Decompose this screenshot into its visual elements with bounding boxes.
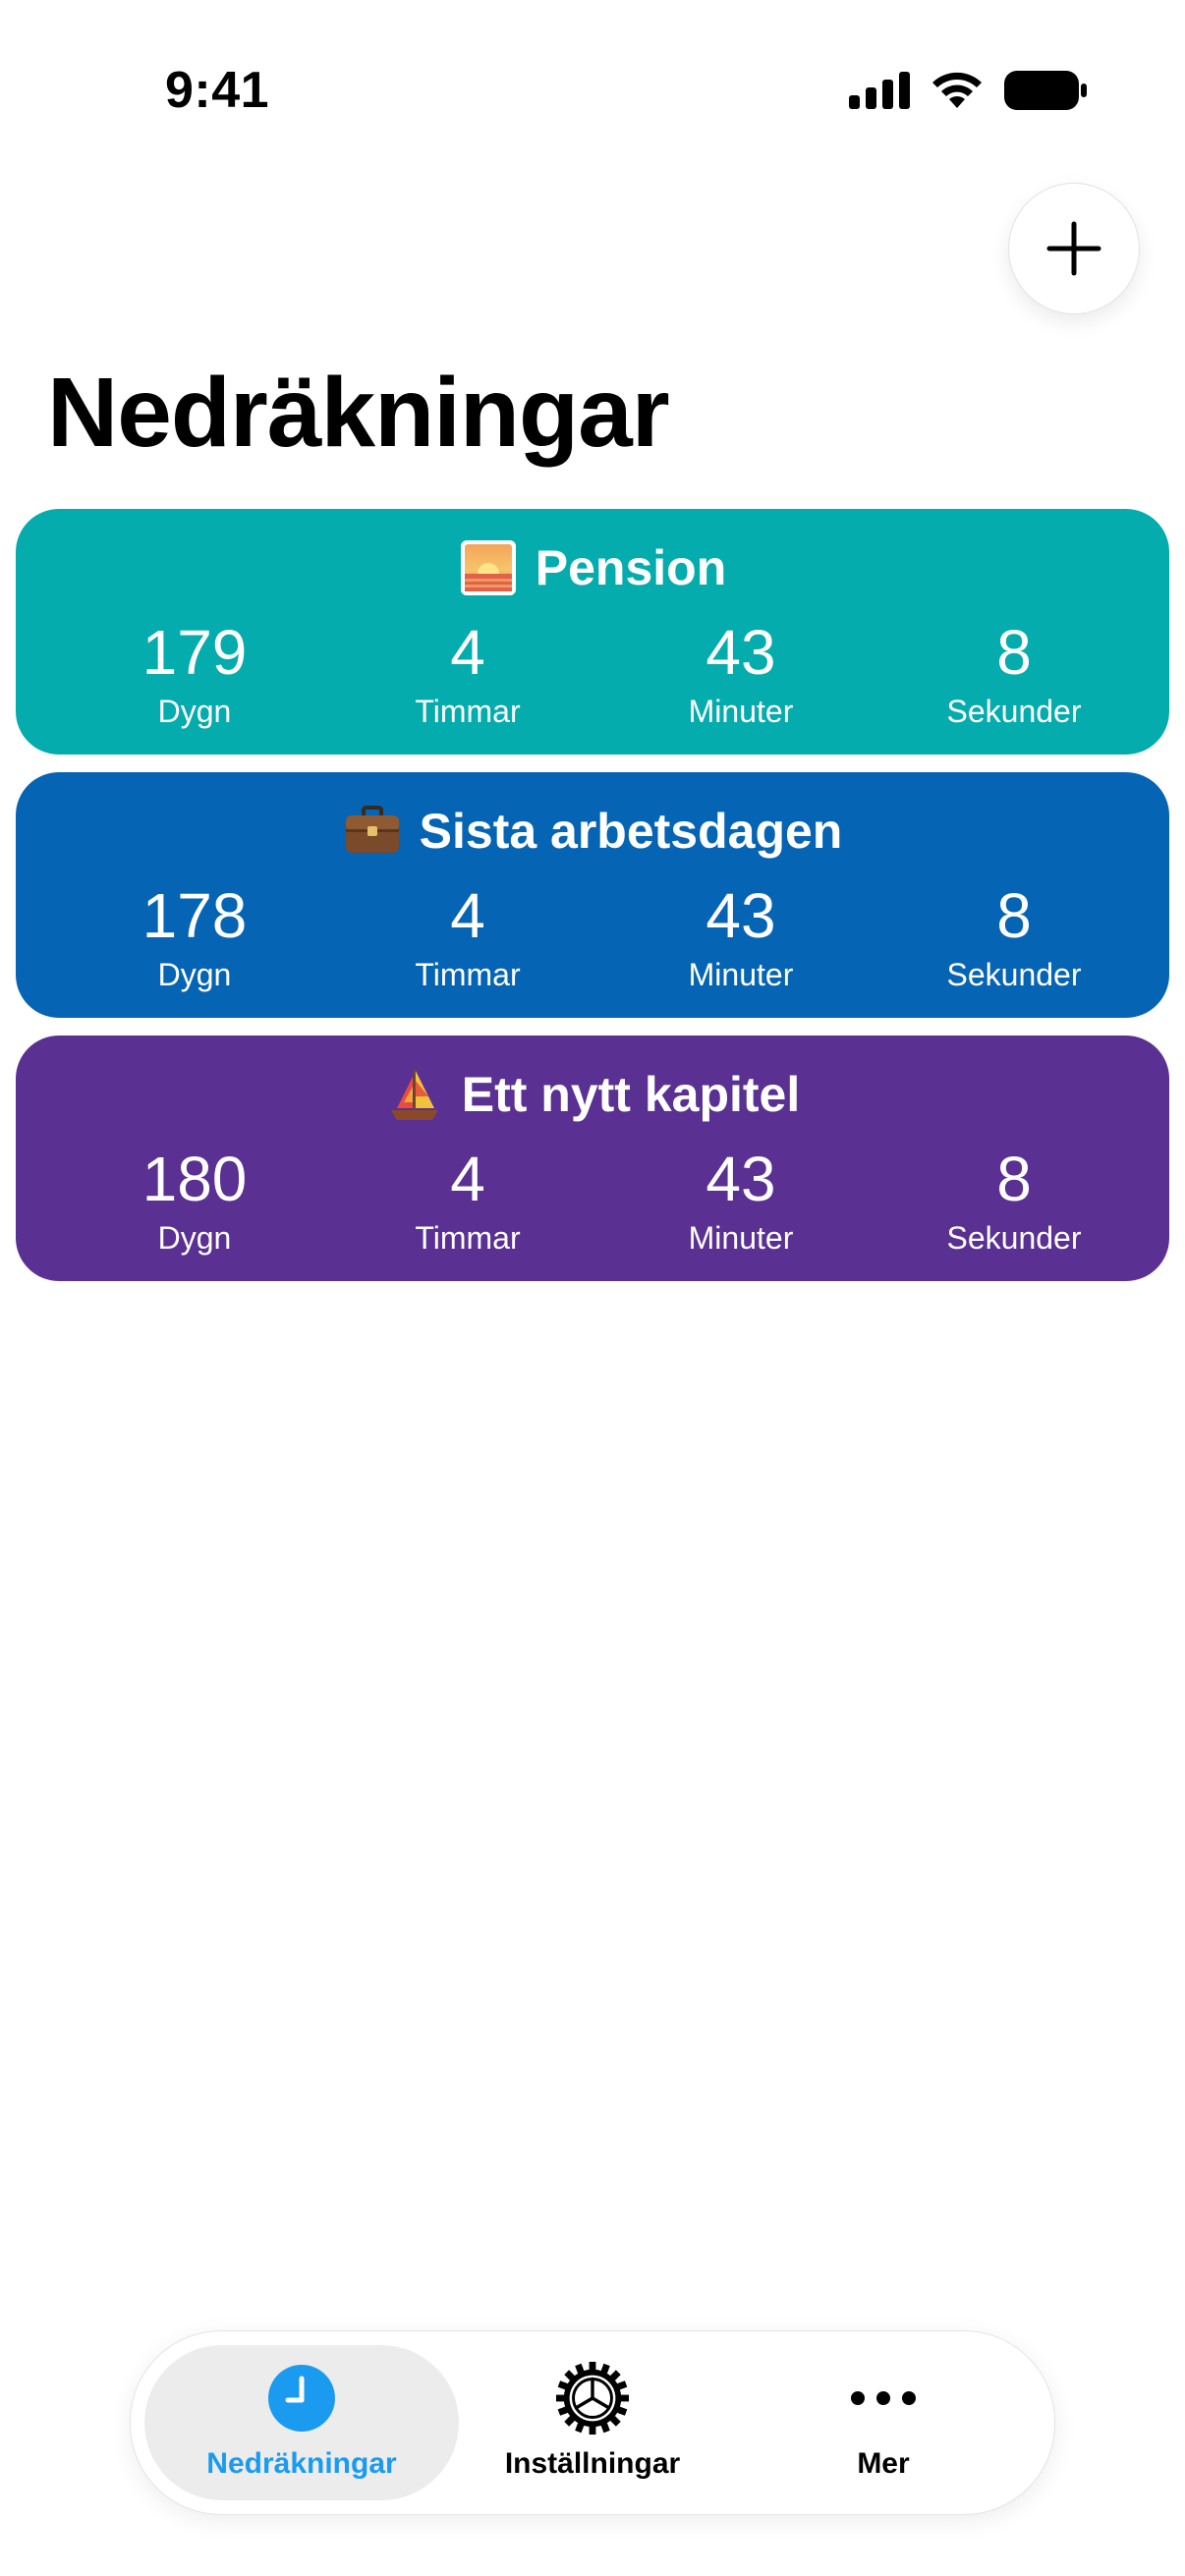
countdown-units: 180 Dygn 4 Timmar 43 Minuter 8 Sekunder — [16, 1142, 1169, 1269]
countdown-card-title: Pension — [16, 538, 1169, 597]
clock-icon — [268, 2365, 335, 2432]
tab-label: Nedräkningar — [206, 2447, 397, 2480]
unit-label: Dygn — [157, 694, 232, 729]
tab-mer[interactable]: Mer — [726, 2345, 1041, 2500]
unit-label: Dygn — [157, 957, 232, 992]
unit-value: 8 — [996, 617, 1032, 688]
countdown-units: 178 Dygn 4 Timmar 43 Minuter 8 Sekunder — [16, 878, 1169, 1006]
countdown-card-title: Sista arbetsdagen — [16, 802, 1169, 861]
unit-label: Sekunder — [946, 694, 1082, 729]
unit-seconds: 8 Sekunder — [886, 1142, 1142, 1258]
countdown-card-title-text: Pension — [535, 540, 727, 595]
countdown-card-title: Ett nytt kapitel — [16, 1065, 1169, 1124]
sunrise-icon — [460, 540, 516, 595]
battery-icon — [1004, 71, 1087, 110]
gear-icon — [555, 2361, 630, 2436]
countdown-card-title-text: Ett nytt kapitel — [461, 1067, 801, 1122]
unit-days: 180 Dygn — [67, 1142, 322, 1258]
add-countdown-button[interactable] — [1008, 183, 1140, 314]
unit-hours: 4 Timmar — [340, 878, 595, 994]
countdown-card-title-text: Sista arbetsdagen — [419, 804, 843, 859]
status-bar: 9:41 — [0, 0, 1185, 187]
unit-value: 43 — [705, 1144, 776, 1214]
unit-days: 179 Dygn — [67, 615, 322, 731]
sailboat-icon — [390, 1069, 438, 1120]
unit-label: Timmar — [415, 694, 521, 729]
unit-value: 43 — [705, 617, 776, 688]
unit-label: Minuter — [688, 1220, 794, 1256]
status-icons — [849, 71, 1087, 110]
unit-value: 4 — [450, 1144, 485, 1214]
more-icon — [851, 2391, 916, 2405]
tab-bar: Nedräkningar Inställningar Mer — [130, 2330, 1055, 2515]
unit-value: 178 — [141, 880, 248, 951]
countdown-card-sista-arbetsdagen[interactable]: Sista arbetsdagen 178 Dygn 4 Timmar 43 M… — [16, 772, 1169, 1018]
status-time: 9:41 — [165, 62, 270, 119]
tab-label: Inställningar — [504, 2447, 681, 2480]
more-icon-wrap — [846, 2361, 921, 2436]
wifi-icon — [932, 72, 982, 108]
unit-value: 4 — [450, 880, 485, 951]
unit-value: 4 — [450, 617, 485, 688]
unit-hours: 4 Timmar — [340, 1142, 595, 1258]
clock-icon-wrap — [264, 2361, 339, 2436]
unit-value: 180 — [141, 1144, 248, 1214]
unit-seconds: 8 Sekunder — [886, 615, 1142, 731]
unit-label: Dygn — [157, 1220, 232, 1256]
unit-days: 178 Dygn — [67, 878, 322, 994]
unit-label: Timmar — [415, 1220, 521, 1256]
countdown-units: 179 Dygn 4 Timmar 43 Minuter 8 Sekunder — [16, 615, 1169, 743]
unit-value: 8 — [996, 880, 1032, 951]
gear-icon-wrap — [555, 2361, 630, 2436]
unit-label: Minuter — [688, 957, 794, 992]
unit-minutes: 43 Minuter — [613, 1142, 869, 1258]
unit-minutes: 43 Minuter — [613, 615, 869, 731]
unit-label: Sekunder — [946, 957, 1082, 992]
unit-label: Sekunder — [946, 1220, 1082, 1256]
countdown-card-pension[interactable]: Pension 179 Dygn 4 Timmar 43 Minuter 8 S… — [16, 509, 1169, 755]
unit-value: 179 — [141, 617, 248, 688]
page-title: Nedräkningar — [47, 358, 670, 468]
unit-value: 8 — [996, 1144, 1032, 1214]
countdown-card-ett-nytt-kapitel[interactable]: Ett nytt kapitel 180 Dygn 4 Timmar 43 Mi… — [16, 1036, 1169, 1281]
unit-hours: 4 Timmar — [340, 615, 595, 731]
unit-label: Minuter — [688, 694, 794, 729]
unit-label: Timmar — [415, 957, 521, 992]
unit-value: 43 — [705, 880, 776, 951]
unit-minutes: 43 Minuter — [613, 878, 869, 994]
plus-icon — [1046, 221, 1101, 276]
tab-label: Mer — [857, 2447, 910, 2480]
unit-seconds: 8 Sekunder — [886, 878, 1142, 994]
briefcase-icon — [345, 806, 399, 853]
cellular-signal-icon — [849, 72, 910, 109]
tab-installningar[interactable]: Inställningar — [435, 2345, 750, 2500]
tab-nedrakningar[interactable]: Nedräkningar — [144, 2345, 459, 2500]
